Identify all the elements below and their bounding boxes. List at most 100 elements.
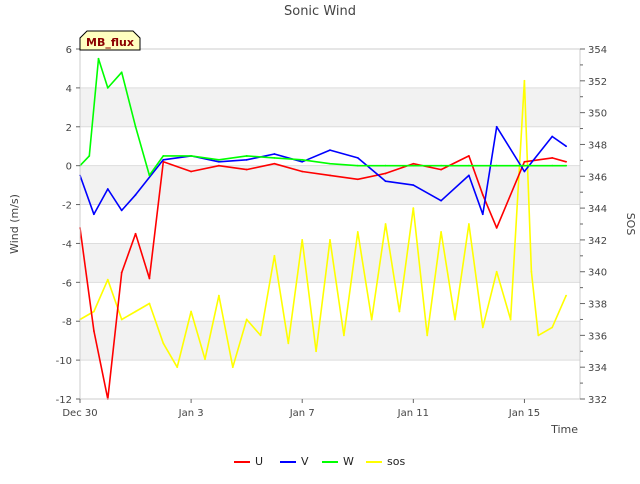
data-point-sos [231,366,234,369]
data-point-v [356,156,359,159]
data-point-sos [467,223,470,225]
data-point-sos [440,231,443,233]
data-point-v [301,160,304,163]
y-axis-label: Wind (m/s) [8,194,21,254]
data-point-sos [551,326,554,329]
y-tick-label: 6 [66,45,72,56]
data-point-sos [342,334,345,337]
data-point-w [97,57,100,60]
data-point-v [245,158,248,161]
badge-label: MB_flux [86,36,134,49]
data-point-w [356,164,359,167]
data-point-v [162,158,165,161]
y-axis-right: 354 352 350 348 346 344 342 340 338 336 334 332 [580,45,607,406]
data-point-w [106,86,109,89]
data-point-sos [315,350,318,353]
data-point-v [217,160,220,163]
data-point-w [190,155,193,157]
data-point-v [481,213,484,216]
data-point-sos [426,334,429,337]
chart-title: Sonic Wind [284,4,356,19]
y2-tick-label: 344 [588,204,607,215]
data-point-sos [134,310,137,313]
data-point-v [273,153,276,155]
y2-tick-label: 332 [588,395,607,406]
y-tick-label: -6 [62,278,72,289]
x-axis: Dec 30 Jan 3 Jan 7 Jan 11 Jan 15 [62,399,540,419]
legend-label-w: W [343,455,354,468]
data-point-v [495,125,498,128]
data-point-u [356,178,359,181]
data-point-u [190,170,193,173]
data-point-w [412,164,415,167]
data-point-v [565,145,568,148]
data-point-w [88,155,91,157]
y-tick-label: -4 [62,239,72,250]
y-tick-label: -12 [56,395,72,406]
data-point-u [551,156,554,159]
y-axis-left: 6 4 2 0 -2 -4 -6 -8 -10 -12 [56,45,80,406]
legend-label-sos: sos [387,455,405,468]
data-point-u [245,168,248,171]
data-point-sos [412,207,415,209]
data-point-sos [537,334,540,337]
data-point-w [120,71,123,74]
x-tick-label: Jan 11 [397,408,429,419]
data-point-v [440,199,443,202]
data-point-v [120,209,123,212]
y2-tick-label: 354 [588,45,607,56]
chart-svg: Sonic Wind 6420-2-4-6-8-10-12 3543523503… [8,4,637,468]
data-point-u [384,172,387,175]
data-point-w [384,164,387,167]
x-tick-label: Jan 15 [508,408,540,419]
grid-bands [80,48,580,400]
data-point-v [106,188,109,190]
data-point-sos [245,318,248,321]
y2-tick-label: 338 [588,300,607,311]
data-point-u [301,170,304,173]
data-point-v [329,149,331,152]
y2-tick-label: 346 [588,172,607,183]
y2-tick-label: 334 [588,363,607,374]
grid-band [80,87,580,127]
y-tick-label: 0 [66,162,72,173]
data-point-sos [509,318,512,321]
y2-tick-label: 340 [588,268,607,279]
y2-tick-label: 350 [588,109,607,120]
y2-tick-label: 348 [588,140,607,151]
data-point-sos [176,366,179,369]
data-point-sos [356,231,359,233]
data-point-w [467,164,470,167]
data-point-v [134,193,137,196]
x-tick-label: Jan 3 [178,408,204,419]
x-axis-label: Time [550,423,578,436]
data-point-sos [565,294,568,297]
data-point-w [217,158,220,161]
data-point-sos [259,334,262,337]
data-point-sos [217,294,220,297]
data-point-sos [523,79,526,82]
data-point-sos [301,239,304,241]
grid-band [80,321,580,361]
data-point-u [565,160,568,163]
data-point-u [495,226,498,229]
data-point-sos [495,270,498,273]
data-point-sos [162,342,165,345]
data-point-sos [106,278,109,281]
data-point-u [120,271,123,274]
data-point-w [523,164,526,167]
data-point-v [467,174,470,177]
data-point-u [412,162,415,165]
data-point-w [440,164,443,167]
data-point-w [162,155,165,157]
data-point-u [134,232,137,235]
y-tick-label: -8 [62,317,72,328]
grid-band [80,243,580,283]
y2-axis-label: SOS [624,213,637,236]
data-point-u [523,160,526,163]
chart: Sonic Wind 6 4 2 0 -2 -4 -6 -8 -10 -12 354 352 350 3… [0,0,640,480]
data-point-w [301,158,304,161]
data-point-u [440,168,443,171]
data-point-u [273,162,276,165]
data-point-sos [190,310,193,313]
